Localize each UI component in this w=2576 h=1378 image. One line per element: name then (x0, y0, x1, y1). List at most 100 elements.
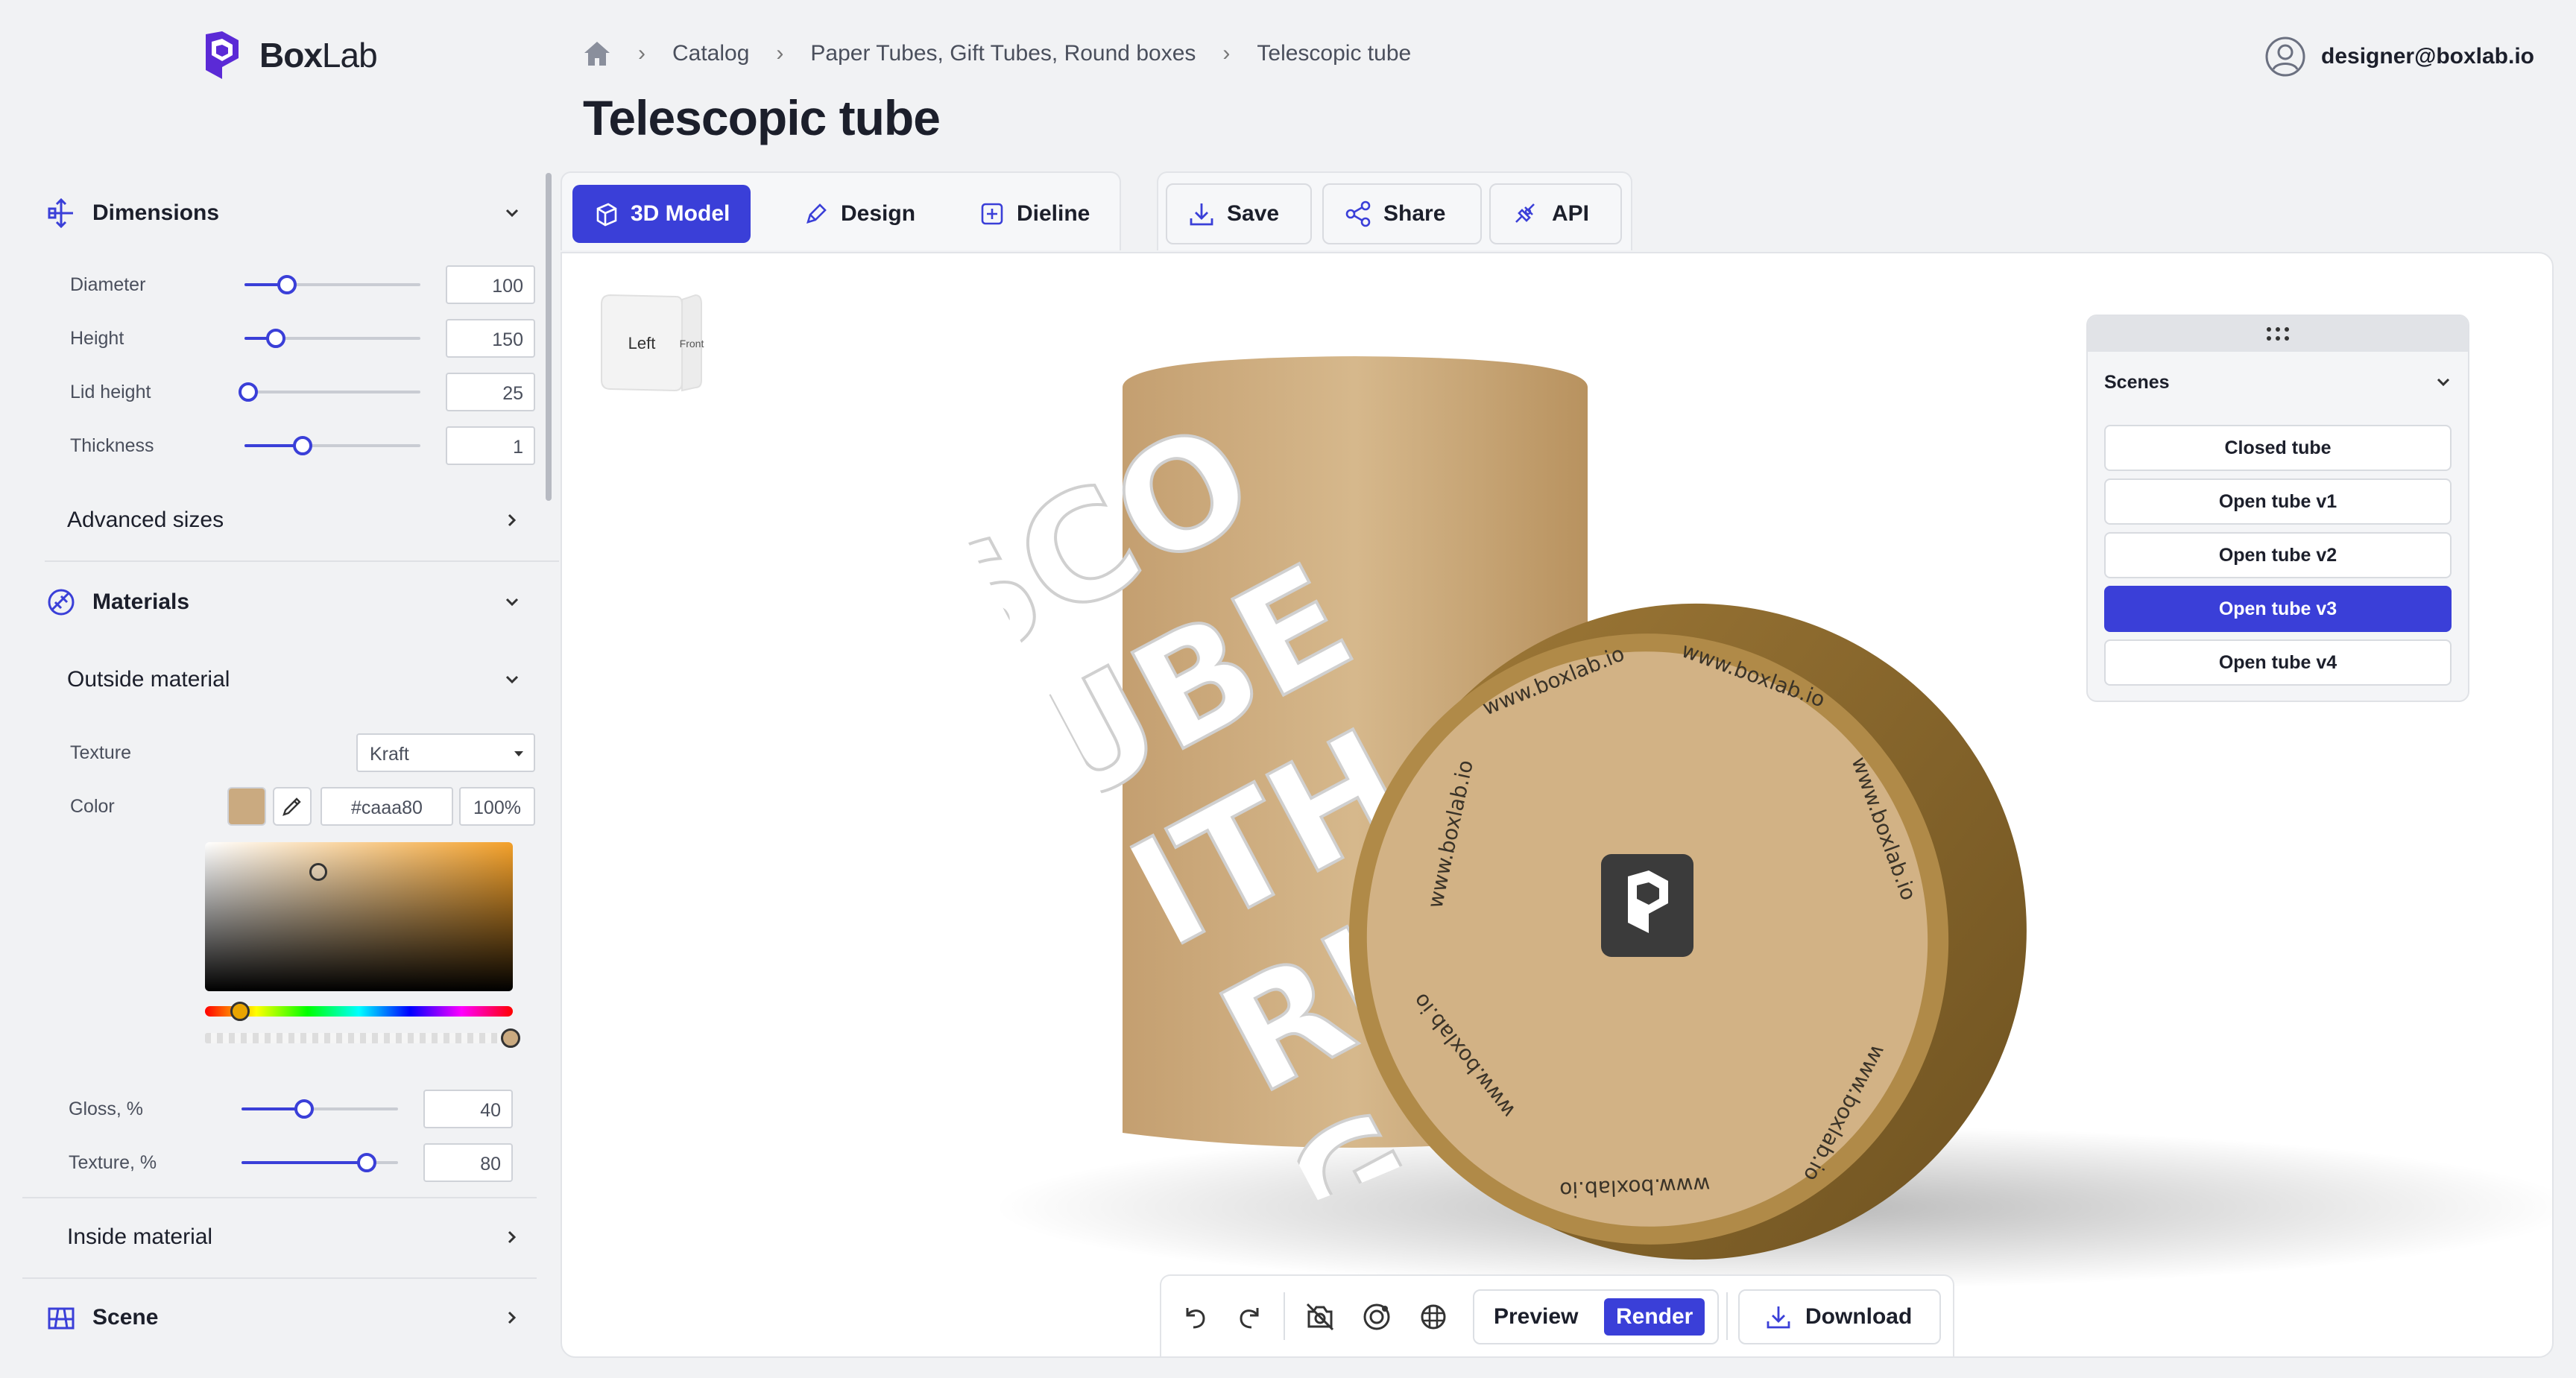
tab-3d-model-label: 3D Model (631, 201, 730, 226)
materials-section-header[interactable]: Materials (45, 578, 537, 626)
lid-url-text: www.boxlab.io (1559, 1172, 1711, 1202)
lid-height-slider[interactable] (238, 382, 420, 402)
scene-option[interactable]: Open tube v1 (2104, 478, 2452, 525)
color-opacity-input[interactable]: 100% (459, 787, 535, 826)
render-mode-toggle: Preview Render (1473, 1289, 1719, 1344)
scene-option[interactable]: Open tube v2 (2104, 532, 2452, 578)
diameter-input[interactable]: 100 (446, 265, 535, 304)
app-logo[interactable]: BoxLab (195, 28, 378, 82)
tab-dieline[interactable]: Dieline (959, 185, 1111, 243)
thickness-slider[interactable] (244, 436, 420, 455)
slider-handle[interactable] (292, 436, 312, 455)
share-button[interactable]: Share (1322, 183, 1482, 244)
orbit-button[interactable] (1358, 1298, 1395, 1336)
dimensions-section-header[interactable]: Dimensions (45, 189, 537, 237)
lid-height-row: Lid height 25 (45, 373, 537, 411)
height-row: Height 150 (45, 319, 537, 358)
globe-grid-icon (1421, 1304, 1446, 1330)
hue-handle[interactable] (230, 1002, 250, 1021)
sidebar-scrollbar[interactable] (546, 173, 552, 501)
view-tabs: 3D Model Design Dieline (561, 171, 1121, 250)
diameter-slider[interactable] (244, 275, 420, 294)
scene-option[interactable]: Open tube v4 (2104, 639, 2452, 686)
breadcrumb-chevron-icon: › (776, 41, 784, 66)
texture-select[interactable]: Kraft (356, 733, 535, 772)
user-avatar-icon (2264, 36, 2306, 78)
inside-material-toggle[interactable]: Inside material (22, 1215, 537, 1260)
chevron-right-icon (508, 513, 517, 527)
height-slider[interactable] (244, 329, 420, 348)
api-button[interactable]: API (1489, 183, 1622, 244)
slider-handle[interactable] (277, 275, 297, 294)
height-label: Height (70, 327, 124, 349)
alpha-slider[interactable] (205, 1028, 520, 1048)
texture-percent-input[interactable]: 80 (423, 1143, 513, 1182)
chevron-right-icon (508, 1311, 517, 1324)
scene-option[interactable]: Open tube v3 (2104, 586, 2452, 632)
pen-icon (806, 203, 827, 224)
slider-handle[interactable] (238, 382, 258, 402)
caret-down-icon (514, 751, 523, 756)
grid-button[interactable] (1415, 1298, 1452, 1336)
slider-handle[interactable] (294, 1099, 314, 1119)
breadcrumb-category[interactable]: Paper Tubes, Gift Tubes, Round boxes (810, 41, 1196, 66)
section-divider (45, 560, 559, 562)
texture-select-value: Kraft (370, 744, 409, 765)
breadcrumb-catalog[interactable]: Catalog (672, 41, 749, 66)
gloss-row: Gloss, % 40 (22, 1090, 537, 1128)
tab-3d-model[interactable]: 3D Model (572, 185, 751, 243)
chevron-down-icon (505, 209, 519, 218)
thickness-input[interactable]: 1 (446, 426, 535, 465)
save-label: Save (1227, 201, 1280, 226)
home-icon[interactable] (583, 40, 611, 67)
height-input[interactable]: 150 (446, 319, 535, 358)
color-swatch[interactable] (227, 787, 266, 826)
chevron-down-icon (2437, 378, 2450, 387)
gloss-input[interactable]: 40 (423, 1090, 513, 1128)
outside-material-toggle[interactable]: Outside material (67, 657, 537, 702)
tab-dieline-label: Dieline (1017, 201, 1090, 226)
api-label: API (1552, 201, 1590, 226)
save-button[interactable]: Save (1166, 183, 1312, 244)
color-picker-area[interactable] (205, 842, 513, 991)
redo-icon (1240, 1308, 1259, 1329)
undo-icon (1186, 1308, 1205, 1329)
eyedropper-button[interactable] (273, 787, 312, 826)
alpha-handle[interactable] (501, 1028, 520, 1048)
eyedropper-icon (282, 797, 301, 816)
diameter-label: Diameter (70, 274, 146, 295)
scenes-header[interactable]: Scenes (2088, 352, 2468, 413)
user-menu[interactable]: designer@boxlab.io (2264, 36, 2534, 78)
dieline-icon (981, 203, 1003, 225)
redo-button[interactable] (1231, 1298, 1269, 1336)
slider-handle[interactable] (357, 1153, 376, 1172)
color-picker-handle[interactable] (309, 863, 327, 881)
slider-handle[interactable] (266, 329, 286, 348)
render-button[interactable]: Render (1604, 1298, 1705, 1336)
texture-percent-slider[interactable] (242, 1153, 398, 1172)
dimensions-icon (45, 197, 78, 230)
camera-off-button[interactable] (1301, 1298, 1339, 1336)
outside-material-label: Outside material (67, 667, 230, 692)
download-button[interactable]: Download (1738, 1289, 1941, 1344)
tab-design[interactable]: Design (783, 185, 936, 243)
app-name: BoxLab (259, 36, 378, 75)
scene-section-header[interactable]: Scene (22, 1294, 537, 1341)
drag-handle[interactable] (2088, 316, 2468, 352)
actions-bar: Save Share API (1157, 171, 1632, 250)
inside-material-label: Inside material (67, 1224, 213, 1249)
drag-dots-icon (2267, 327, 2289, 341)
scene-option[interactable]: Closed tube (2104, 425, 2452, 471)
color-hex-input[interactable]: #caaa80 (321, 787, 453, 826)
section-divider (22, 1277, 537, 1279)
tab-design-label: Design (841, 201, 916, 226)
3d-viewport[interactable]: Left Front SCO TUBE WITH CURL EDG (561, 252, 2554, 1358)
breadcrumb-chevron-icon: › (1222, 41, 1231, 66)
advanced-sizes-toggle[interactable]: Advanced sizes (67, 498, 537, 543)
gloss-slider[interactable] (242, 1099, 398, 1119)
undo-button[interactable] (1176, 1298, 1213, 1336)
preview-button[interactable]: Preview (1482, 1298, 1590, 1336)
materials-label: Materials (92, 590, 190, 614)
hue-slider[interactable] (205, 1002, 513, 1021)
lid-height-input[interactable]: 25 (446, 373, 535, 411)
